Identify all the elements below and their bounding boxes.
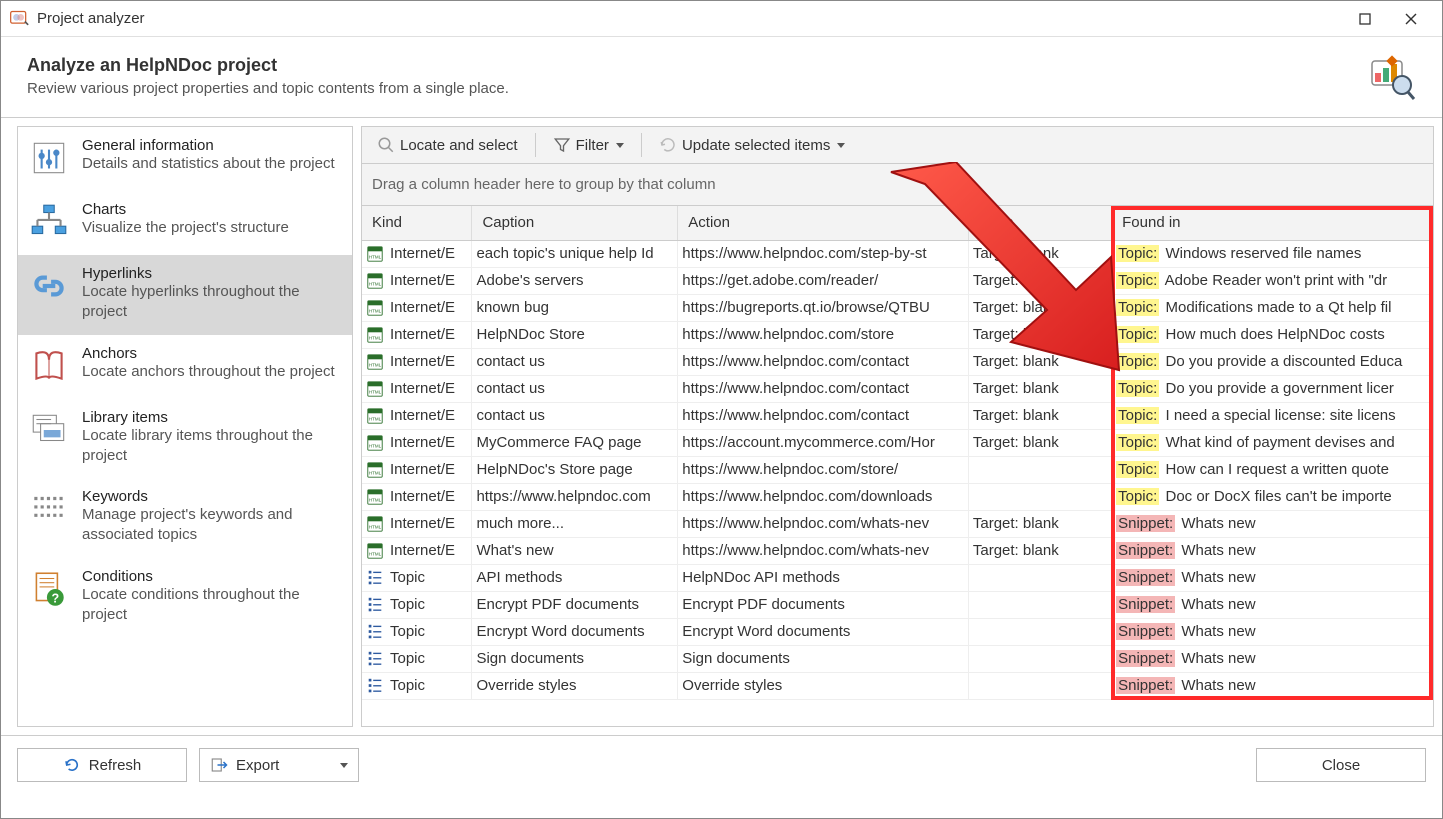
update-selected-button[interactable]: Update selected items bbox=[650, 131, 854, 159]
table-row[interactable]: HTMLInternet/EHelpNDoc's Store pagehttps… bbox=[362, 456, 1433, 483]
nav-item-desc: Locate hyperlinks throughout the project bbox=[82, 282, 342, 323]
nav-item-desc: Locate anchors throughout the project bbox=[82, 362, 335, 382]
footer: Refresh Export Close bbox=[1, 736, 1442, 794]
svg-text:HTML: HTML bbox=[369, 416, 382, 421]
window-title: Project analyzer bbox=[37, 10, 1342, 27]
column-header-kind[interactable]: Kind bbox=[362, 206, 472, 240]
column-header-extra[interactable]: Extra bbox=[968, 206, 1111, 240]
table-row[interactable]: HTMLInternet/Econtact ushttps://www.help… bbox=[362, 402, 1433, 429]
filter-button[interactable]: Filter bbox=[544, 131, 633, 159]
sidebar-item-general-information[interactable]: General informationDetails and statistic… bbox=[18, 127, 352, 191]
nav-item-desc: Locate conditions throughout the project bbox=[82, 585, 342, 626]
sidebar-item-keywords[interactable]: KeywordsManage project's keywords and as… bbox=[18, 478, 352, 558]
nav-icon bbox=[28, 201, 70, 243]
table-row[interactable]: HTMLInternet/EMyCommerce FAQ pagehttps:/… bbox=[362, 429, 1433, 456]
nav-icon bbox=[28, 137, 70, 179]
svg-text:HTML: HTML bbox=[369, 551, 382, 556]
nav-item-title: Charts bbox=[82, 201, 289, 218]
table-row[interactable]: TopicOverride stylesOverride stylesSnipp… bbox=[362, 672, 1433, 699]
refresh-icon bbox=[659, 136, 677, 154]
table-row[interactable]: HTMLInternet/Emuch more...https://www.he… bbox=[362, 510, 1433, 537]
table-row[interactable]: TopicAPI methodsHelpNDoc API methodsSnip… bbox=[362, 564, 1433, 591]
nav-icon bbox=[28, 345, 70, 387]
svg-text:HTML: HTML bbox=[369, 389, 382, 394]
chevron-down-icon bbox=[616, 143, 624, 148]
table-row[interactable]: HTMLInternet/Ehttps://www.helpndoc.comht… bbox=[362, 483, 1433, 510]
nav-icon bbox=[28, 409, 70, 451]
nav-icon bbox=[28, 265, 70, 307]
svg-text:HTML: HTML bbox=[369, 308, 382, 313]
sidebar-item-charts[interactable]: ChartsVisualize the project's structure bbox=[18, 191, 352, 255]
header: Analyze an HelpNDoc project Review vario… bbox=[1, 37, 1442, 117]
nav-item-title: Conditions bbox=[82, 568, 342, 585]
table-row[interactable]: HTMLInternet/Econtact ushttps://www.help… bbox=[362, 348, 1433, 375]
export-icon bbox=[210, 756, 228, 774]
nav-icon bbox=[28, 488, 70, 530]
table-row[interactable]: HTMLInternet/EHelpNDoc Storehttps://www.… bbox=[362, 321, 1433, 348]
page-subheading: Review various project properties and to… bbox=[27, 80, 509, 97]
table-row[interactable]: HTMLInternet/Eeach topic's unique help I… bbox=[362, 240, 1433, 267]
svg-text:HTML: HTML bbox=[369, 497, 382, 502]
column-header-found-in[interactable]: Found in bbox=[1112, 206, 1433, 240]
table-row[interactable]: TopicSign documentsSign documentsSnippet… bbox=[362, 645, 1433, 672]
app-icon bbox=[9, 9, 29, 29]
refresh-icon bbox=[63, 756, 81, 774]
refresh-button[interactable]: Refresh bbox=[17, 748, 187, 782]
nav-item-desc: Locate library items throughout the proj… bbox=[82, 426, 342, 467]
svg-text:HTML: HTML bbox=[369, 524, 382, 529]
toolbar: Locate and select Filter Update selected… bbox=[361, 126, 1434, 164]
column-header-action[interactable]: Action bbox=[678, 206, 969, 240]
svg-text:HTML: HTML bbox=[369, 335, 382, 340]
nav-item-title: Hyperlinks bbox=[82, 265, 342, 282]
export-button[interactable]: Export bbox=[199, 748, 359, 782]
nav-item-title: General information bbox=[82, 137, 335, 154]
funnel-icon bbox=[553, 136, 571, 154]
svg-text:HTML: HTML bbox=[369, 470, 382, 475]
titlebar: Project analyzer bbox=[1, 1, 1442, 37]
content: Locate and select Filter Update selected… bbox=[361, 126, 1434, 727]
chevron-down-icon bbox=[837, 143, 845, 148]
hyperlinks-grid[interactable]: KindCaptionActionExtraFound inHTMLIntern… bbox=[361, 206, 1434, 727]
nav-item-title: Keywords bbox=[82, 488, 342, 505]
table-row[interactable]: HTMLInternet/EWhat's newhttps://www.help… bbox=[362, 537, 1433, 564]
svg-text:HTML: HTML bbox=[369, 443, 382, 448]
table-row[interactable]: HTMLInternet/Eknown bughttps://bugreport… bbox=[362, 294, 1433, 321]
svg-text:HTML: HTML bbox=[369, 254, 382, 259]
column-header-caption[interactable]: Caption bbox=[472, 206, 678, 240]
close-button[interactable]: Close bbox=[1256, 748, 1426, 782]
analyzer-icon bbox=[1368, 55, 1416, 103]
svg-text:?: ? bbox=[51, 591, 59, 605]
chevron-down-icon bbox=[340, 763, 348, 768]
page-heading: Analyze an HelpNDoc project bbox=[27, 55, 509, 76]
search-icon bbox=[377, 136, 395, 154]
nav-item-title: Library items bbox=[82, 409, 342, 426]
svg-text:HTML: HTML bbox=[369, 362, 382, 367]
group-by-bar[interactable]: Drag a column header here to group by th… bbox=[361, 164, 1434, 206]
table-row[interactable]: TopicEncrypt Word documentsEncrypt Word … bbox=[362, 618, 1433, 645]
sidebar-item-hyperlinks[interactable]: HyperlinksLocate hyperlinks throughout t… bbox=[18, 255, 352, 335]
sidebar: General informationDetails and statistic… bbox=[17, 126, 353, 727]
table-row[interactable]: HTMLInternet/EAdobe's servershttps://get… bbox=[362, 267, 1433, 294]
maximize-button[interactable] bbox=[1342, 1, 1388, 37]
locate-and-select-button[interactable]: Locate and select bbox=[368, 131, 527, 159]
table-row[interactable]: TopicEncrypt PDF documentsEncrypt PDF do… bbox=[362, 591, 1433, 618]
nav-item-desc: Manage project's keywords and associated… bbox=[82, 505, 342, 546]
sidebar-item-conditions[interactable]: ? ConditionsLocate conditions throughout … bbox=[18, 558, 352, 638]
nav-item-desc: Details and statistics about the project bbox=[82, 154, 335, 174]
sidebar-item-anchors[interactable]: AnchorsLocate anchors throughout the pro… bbox=[18, 335, 352, 399]
nav-item-desc: Visualize the project's structure bbox=[82, 218, 289, 238]
sidebar-item-library-items[interactable]: Library itemsLocate library items throug… bbox=[18, 399, 352, 479]
table-row[interactable]: HTMLInternet/Econtact ushttps://www.help… bbox=[362, 375, 1433, 402]
nav-item-title: Anchors bbox=[82, 345, 335, 362]
nav-icon: ? bbox=[28, 568, 70, 610]
svg-text:HTML: HTML bbox=[369, 281, 382, 286]
close-window-button[interactable] bbox=[1388, 1, 1434, 37]
